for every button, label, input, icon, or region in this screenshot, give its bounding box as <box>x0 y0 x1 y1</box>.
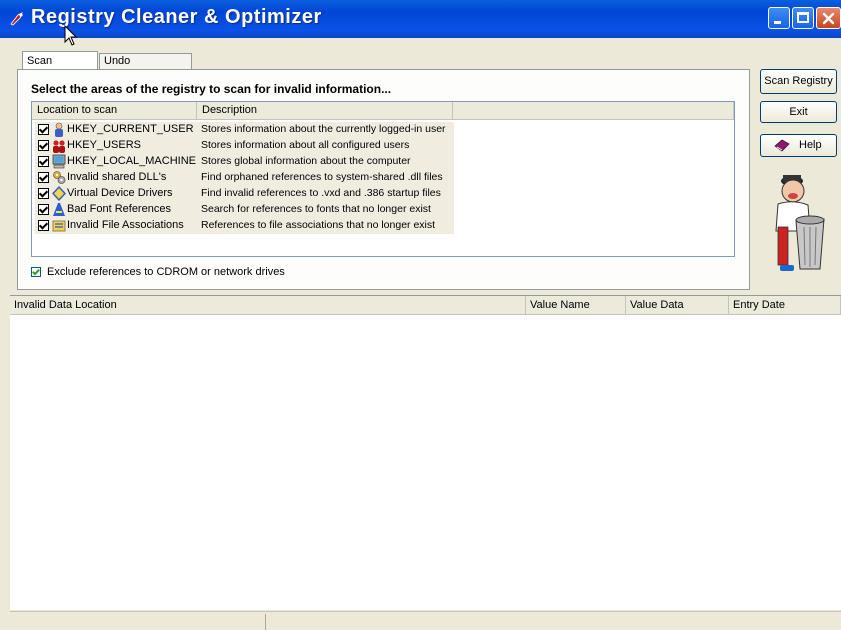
item-description: Stores information about the currently l… <box>201 123 446 135</box>
status-bar <box>10 611 841 631</box>
list-item[interactable]: HKEY_USERS Stores information about all … <box>35 138 454 154</box>
list-item[interactable]: Bad Font References Search for reference… <box>35 202 454 218</box>
item-location: HKEY_LOCAL_MACHINE <box>67 155 196 167</box>
results-table[interactable]: Invalid Data Location Value Name Value D… <box>10 295 841 610</box>
main-window-body: Scan Options Undo Information Select the… <box>0 38 841 630</box>
column-header-description[interactable]: Description <box>197 102 453 120</box>
file-association-icon <box>52 220 66 232</box>
item-checkbox[interactable] <box>38 220 49 231</box>
computer-icon <box>52 154 66 169</box>
item-description: Find orphaned references to system-share… <box>201 171 443 183</box>
exit-button[interactable]: Exit <box>760 101 837 123</box>
item-location: HKEY_CURRENT_USER <box>67 123 194 135</box>
help-label: Help <box>799 139 822 151</box>
panel-heading: Select the areas of the registry to scan… <box>31 82 392 96</box>
column-header-value-name[interactable]: Value Name <box>526 296 626 315</box>
trashcan-mascot-icon <box>775 175 825 271</box>
column-header-invalid-data-location[interactable]: Invalid Data Location <box>10 296 526 315</box>
tab-scan-options[interactable]: Scan Options <box>22 51 98 85</box>
maximize-icon <box>797 12 809 23</box>
item-description: Search for references to fonts that no l… <box>201 203 431 215</box>
list-item[interactable]: Invalid shared DLL's Find orphaned refer… <box>35 170 454 186</box>
maximize-button[interactable] <box>792 7 814 29</box>
help-book-icon <box>774 139 790 152</box>
driver-icon <box>52 186 66 201</box>
scan-registry-button[interactable]: Scan Registry <box>760 69 837 94</box>
scan-options-panel: Select the areas of the registry to scan… <box>17 69 750 290</box>
minimize-button[interactable] <box>768 7 790 29</box>
item-checkbox[interactable] <box>38 188 49 199</box>
list-item[interactable]: HKEY_LOCAL_MACHINE Stores global informa… <box>35 154 454 170</box>
exclude-label: Exclude references to CDROM or network d… <box>47 266 285 278</box>
list-item[interactable]: HKEY_CURRENT_USER Stores information abo… <box>35 122 454 138</box>
tab-undo-information[interactable]: Undo Information <box>99 53 192 82</box>
mouse-cursor-icon <box>64 25 78 46</box>
item-location: Bad Font References <box>67 203 171 215</box>
column-header-entry-date[interactable]: Entry Date <box>729 296 841 315</box>
status-pane <box>10 614 266 630</box>
item-description: Find invalid references to .vxd and .386… <box>201 187 441 199</box>
exclude-checkbox-box[interactable] <box>31 267 41 277</box>
item-description: References to file associations that no … <box>201 219 436 231</box>
title-bar[interactable]: Registry Cleaner & Optimizer <box>0 0 841 38</box>
users-icon <box>53 140 65 153</box>
column-header-empty <box>453 102 734 120</box>
user-icon <box>55 122 63 137</box>
item-checkbox[interactable] <box>38 204 49 215</box>
item-checkbox[interactable] <box>38 124 49 135</box>
column-header-location[interactable]: Location to scan <box>32 102 197 120</box>
gears-icon <box>53 171 66 184</box>
list-item[interactable]: Virtual Device Drivers Find invalid refe… <box>35 186 454 202</box>
app-icon <box>10 12 23 26</box>
item-location: HKEY_USERS <box>67 139 141 151</box>
item-location: Invalid shared DLL's <box>67 171 167 183</box>
item-location: Invalid File Associations <box>67 219 184 231</box>
font-icon <box>53 203 65 216</box>
item-description: Stores information about all configured … <box>201 139 410 151</box>
item-checkbox[interactable] <box>38 172 49 183</box>
close-icon <box>822 12 835 25</box>
column-header-value-data[interactable]: Value Data <box>626 296 729 315</box>
item-checkbox[interactable] <box>38 156 49 167</box>
list-item[interactable]: Invalid File Associations References to … <box>35 218 454 234</box>
help-button[interactable]: Help <box>760 134 837 157</box>
item-checkbox[interactable] <box>38 140 49 151</box>
minimize-icon <box>774 21 781 24</box>
scan-locations-list[interactable]: Location to scan Description HKEY_CURREN… <box>31 101 735 257</box>
close-button[interactable] <box>816 7 841 29</box>
item-description: Stores global information about the comp… <box>201 155 411 167</box>
item-location: Virtual Device Drivers <box>67 187 173 199</box>
